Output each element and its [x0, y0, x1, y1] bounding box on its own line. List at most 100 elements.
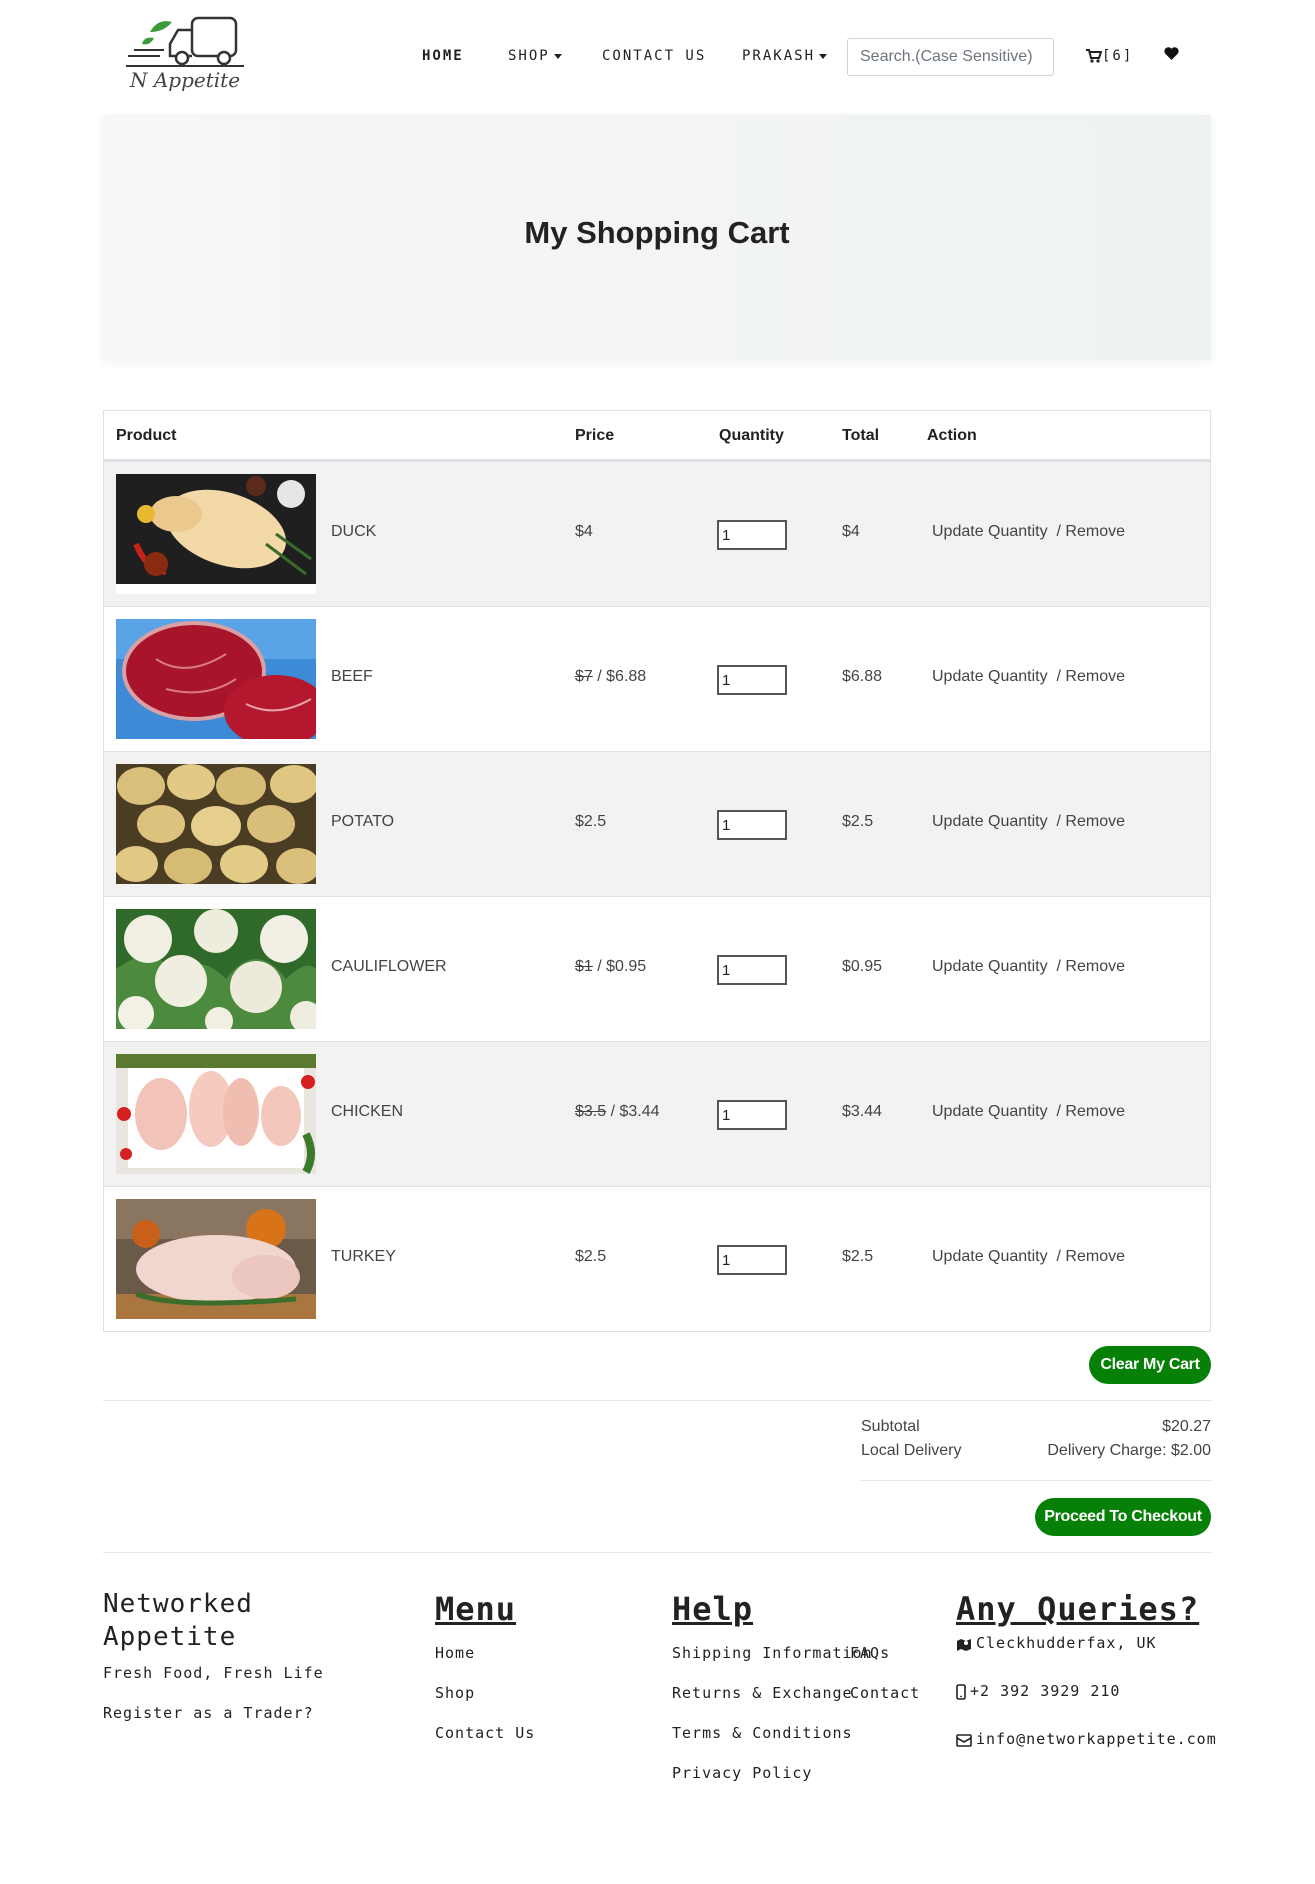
remove-link[interactable]: / Remove	[1057, 1103, 1125, 1120]
footer-link-terms[interactable]: Terms & Conditions	[672, 1724, 853, 1742]
product-price: $3.5 / $3.44	[575, 1103, 660, 1121]
quantity-input[interactable]	[717, 810, 787, 840]
wishlist-link[interactable]	[1164, 47, 1179, 65]
page-banner: My Shopping Cart	[103, 115, 1211, 360]
row-total: $4	[842, 523, 860, 540]
chicken-product-image	[116, 1054, 316, 1174]
nav-user-label: PRAKASH	[742, 48, 816, 64]
update-quantity-link[interactable]: Update Quantity	[932, 1248, 1048, 1265]
table-row: DUCK $4 $4 Update Quantity / Remove	[104, 461, 1210, 606]
proceed-to-checkout-button[interactable]: Proceed To Checkout	[1035, 1498, 1211, 1536]
row-total: $2.5	[842, 813, 874, 830]
current-price: $2.5	[575, 1248, 607, 1265]
table-row: CAULIFLOWER $1 / $0.95 $0.95 Update Quan…	[104, 896, 1210, 1041]
remove-link[interactable]: / Remove	[1057, 813, 1125, 830]
row-total: $0.95	[842, 958, 883, 975]
cart-count: [6]	[1102, 48, 1134, 64]
site-logo[interactable]: N Appetite	[120, 14, 248, 100]
row-total: $6.88	[842, 668, 883, 685]
logo-text: N Appetite	[130, 68, 241, 92]
subtotal-label: Subtotal	[861, 1418, 920, 1435]
update-quantity-link[interactable]: Update Quantity	[932, 1103, 1048, 1120]
footer-link-shop[interactable]: Shop	[435, 1684, 475, 1702]
product-price: $4	[575, 523, 593, 541]
row-total: $2.5	[842, 1248, 874, 1265]
register-trader-link[interactable]: Register as a Trader?	[103, 1704, 314, 1722]
footer-link-returns[interactable]: Returns & Exchange	[672, 1684, 853, 1702]
page-title: My Shopping Cart	[524, 215, 790, 250]
footer-link-contact[interactable]: Contact	[850, 1684, 920, 1702]
row-total: $3.44	[842, 1103, 883, 1120]
nav-contact-us[interactable]: CONTACT US	[602, 48, 706, 64]
nav-shop[interactable]: SHOP	[508, 48, 562, 64]
delivery-value: Delivery Charge: $2.00	[1047, 1442, 1211, 1459]
update-quantity-link[interactable]: Update Quantity	[932, 958, 1048, 975]
map-location-icon	[957, 1638, 971, 1651]
footer-phone: +2 392 3929 210	[956, 1682, 1120, 1700]
subtotal-value: $20.27	[1162, 1418, 1211, 1435]
product-price: $2.5	[575, 813, 606, 831]
delivery-label: Local Delivery	[861, 1442, 962, 1459]
quantity-input[interactable]	[717, 1245, 787, 1275]
footer-link-privacy[interactable]: Privacy Policy	[672, 1764, 812, 1782]
update-quantity-link[interactable]: Update Quantity	[932, 523, 1048, 540]
potato-product-image	[116, 764, 316, 884]
quantity-input[interactable]	[717, 520, 787, 550]
table-header: Product Price Quantity Total Action	[104, 411, 1210, 461]
remove-link[interactable]: / Remove	[1057, 1248, 1125, 1265]
row-actions: Update Quantity / Remove	[932, 1248, 1125, 1266]
col-header-quantity: Quantity	[719, 427, 784, 444]
current-price: / $0.95	[597, 958, 647, 975]
nav-shop-label: SHOP	[508, 48, 550, 64]
current-price: / $3.44	[610, 1103, 660, 1120]
nav-user-menu[interactable]: PRAKASH	[742, 48, 828, 64]
clear-cart-button[interactable]: Clear My Cart	[1089, 1346, 1211, 1384]
product-price: $2.5	[575, 1248, 606, 1266]
product-name: TURKEY	[331, 1248, 396, 1265]
remove-link[interactable]: / Remove	[1057, 958, 1125, 975]
table-row: POTATO $2.5 $2.5 Update Quantity / Remov…	[104, 751, 1210, 896]
footer-email[interactable]: info@networkappetite.com	[956, 1730, 1217, 1748]
row-actions: Update Quantity / Remove	[932, 1103, 1125, 1121]
old-price: $7	[575, 668, 593, 685]
quantity-input[interactable]	[717, 665, 787, 695]
current-price: $2.5	[575, 813, 607, 830]
nav-home[interactable]: HOME	[422, 48, 464, 64]
envelope-icon	[956, 1733, 972, 1747]
cart-link[interactable]: [6]	[1086, 48, 1133, 64]
cart-icon	[1086, 49, 1102, 63]
product-price: $7 / $6.88	[575, 668, 646, 686]
col-header-price: Price	[575, 427, 615, 444]
footer-link-contact-us[interactable]: Contact Us	[435, 1724, 535, 1742]
update-quantity-link[interactable]: Update Quantity	[932, 813, 1048, 830]
quantity-input[interactable]	[717, 955, 787, 985]
chevron-down-icon	[553, 53, 562, 59]
old-price: $1	[575, 958, 593, 975]
heart-icon	[1164, 47, 1179, 60]
update-quantity-link[interactable]: Update Quantity	[932, 668, 1048, 685]
footer-brand: Networked Appetite	[103, 1588, 253, 1654]
footer-brand-line-2: Appetite	[103, 1622, 237, 1652]
address-text: Cleckhudderfax, UK	[976, 1634, 1157, 1652]
remove-link[interactable]: / Remove	[1057, 668, 1125, 685]
current-price: / $6.88	[597, 668, 647, 685]
divider	[103, 1400, 1211, 1401]
delivery-truck-icon	[126, 16, 244, 67]
duck-product-image	[116, 474, 316, 594]
product-name: CAULIFLOWER	[331, 958, 447, 975]
footer-tagline: Fresh Food, Fresh Life	[103, 1664, 324, 1682]
footer-link-home[interactable]: Home	[435, 1644, 475, 1662]
remove-link[interactable]: / Remove	[1057, 523, 1125, 540]
old-price: $3.5	[575, 1103, 607, 1120]
turkey-product-image	[116, 1199, 316, 1319]
beef-product-image	[116, 619, 316, 739]
footer-link-shipping[interactable]: Shipping Information	[672, 1644, 873, 1662]
product-name: BEEF	[331, 668, 373, 685]
search-input[interactable]	[847, 38, 1054, 76]
divider	[103, 1552, 1211, 1553]
product-price: $1 / $0.95	[575, 958, 646, 976]
product-name: POTATO	[331, 813, 395, 830]
divider	[861, 1480, 1211, 1481]
footer-link-faqs[interactable]: FAQs	[850, 1644, 890, 1662]
quantity-input[interactable]	[717, 1100, 787, 1130]
